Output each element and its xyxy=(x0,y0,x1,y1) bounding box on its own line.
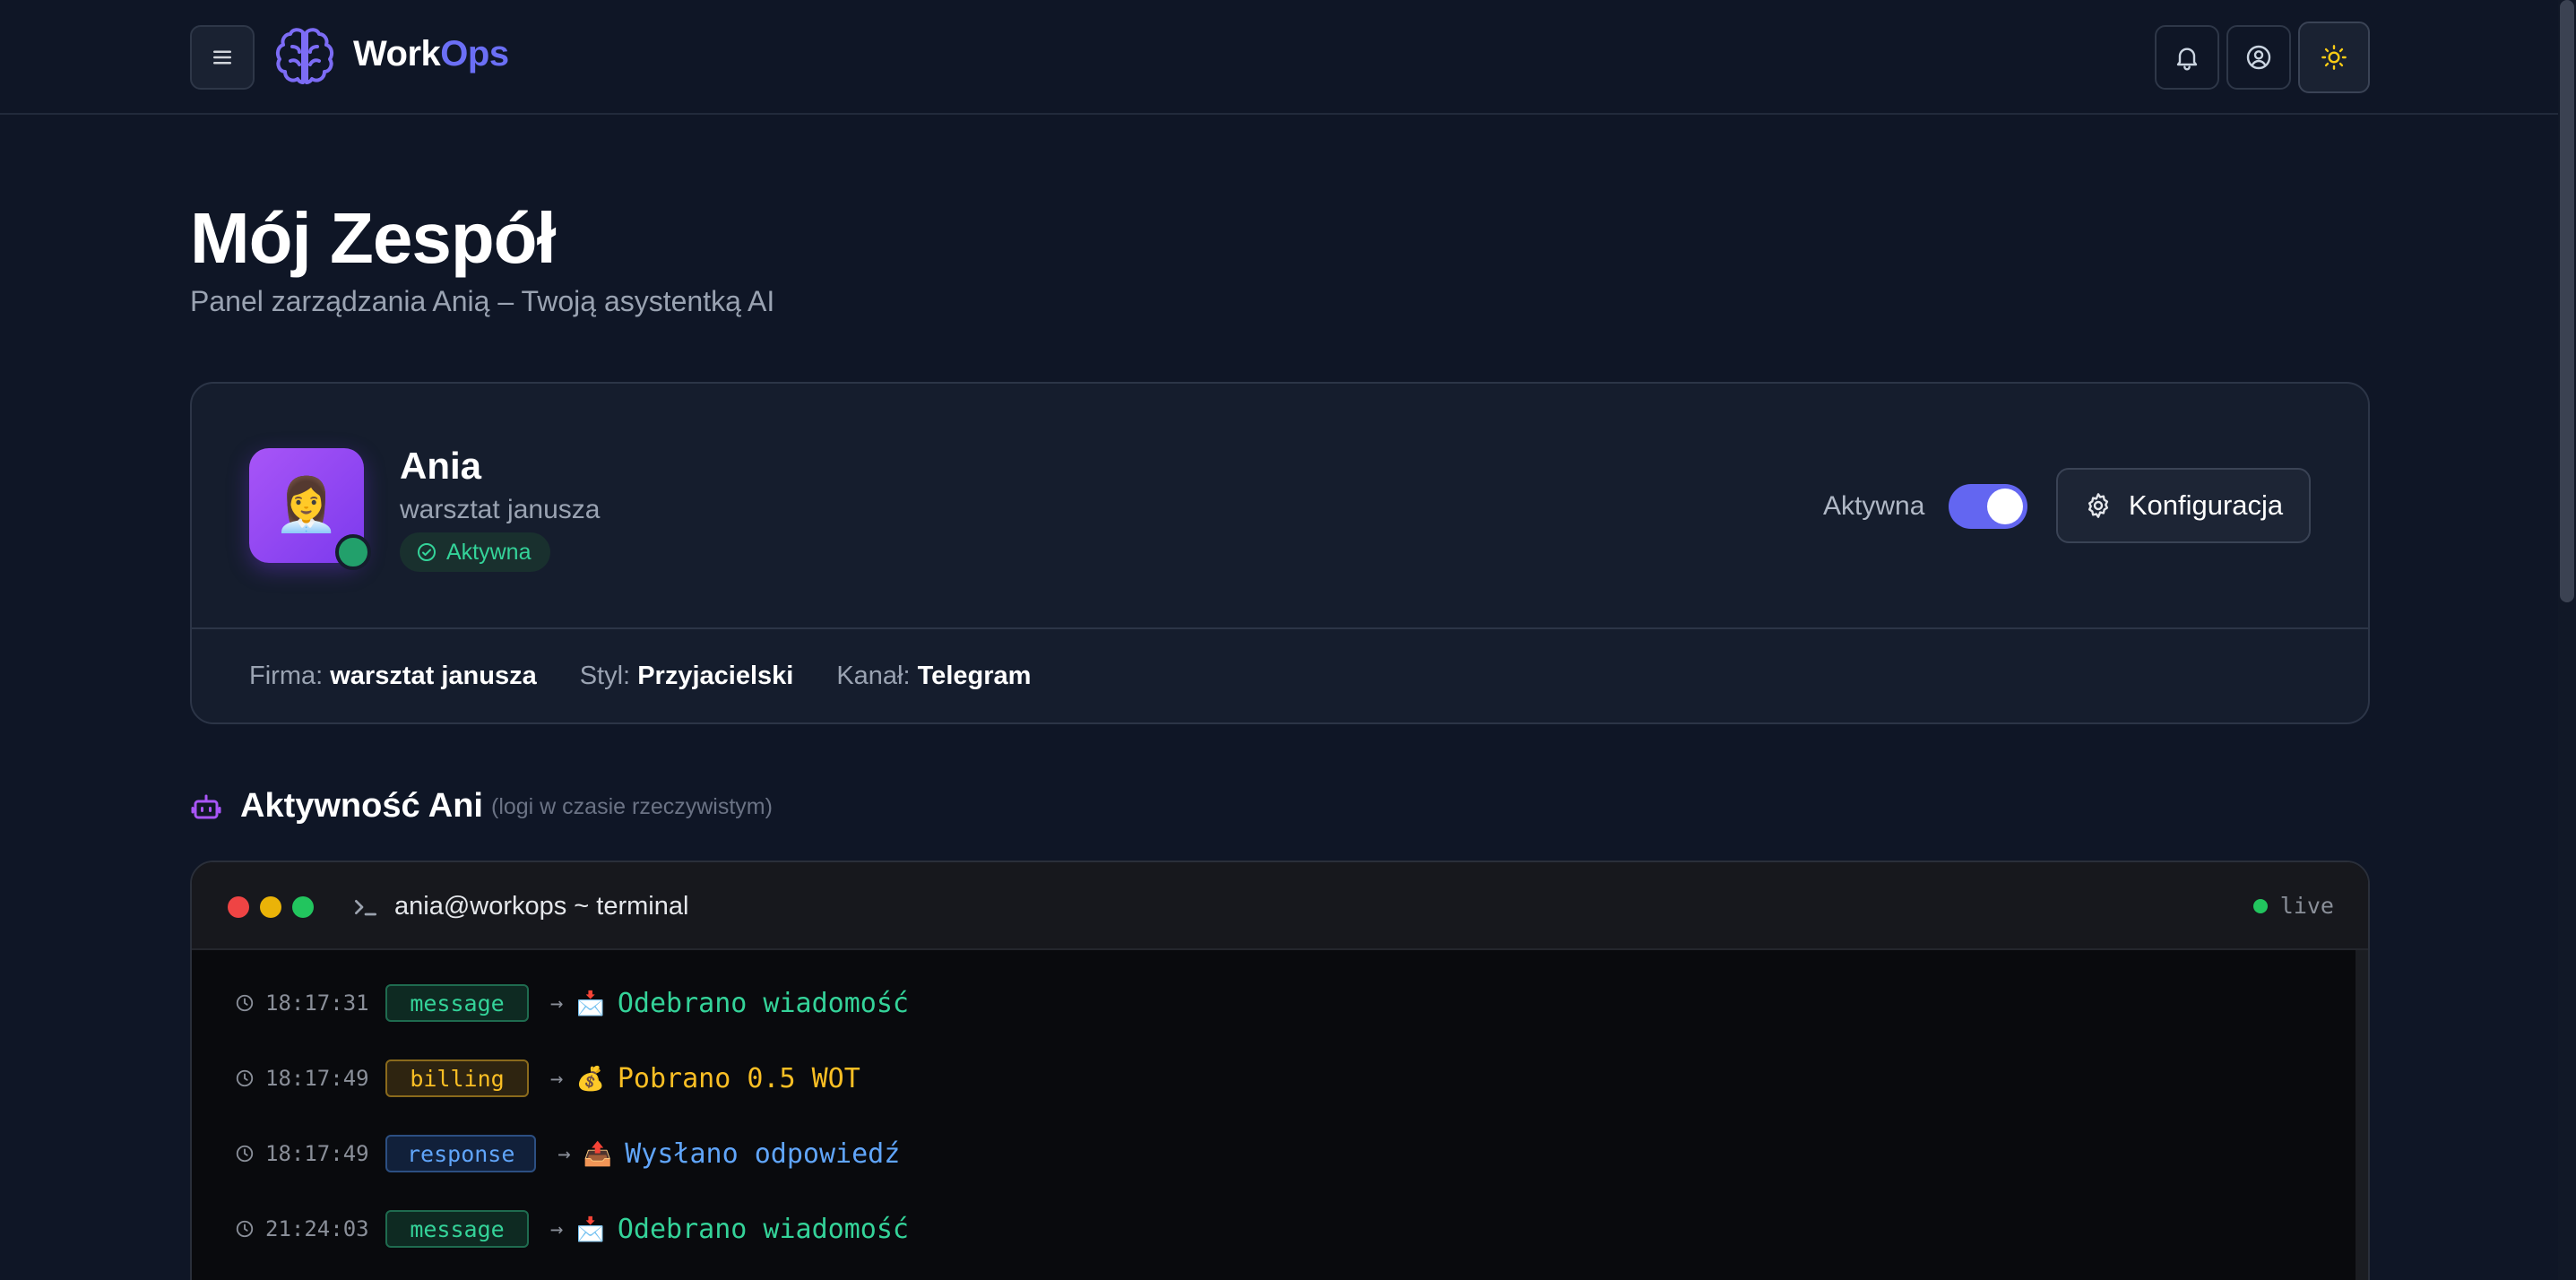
log-row: 18:17:31 message → 📩 Odebrano wiadomość xyxy=(235,982,909,1024)
log-tag: billing xyxy=(385,1059,529,1097)
top-bar: WorkOps xyxy=(0,0,2576,115)
check-circle-icon xyxy=(418,543,436,561)
brain-icon xyxy=(275,28,334,84)
meta-channel: Kanał: Telegram xyxy=(836,662,1031,691)
activity-title: Aktywność Ani xyxy=(240,787,483,825)
bell-icon xyxy=(2176,48,2198,71)
log-message: Odebrano wiadomość xyxy=(617,987,909,1019)
status-badge: Aktywna xyxy=(400,532,551,572)
log-time-value: 18:17:49 xyxy=(265,1066,369,1091)
log-arrow: → xyxy=(550,990,564,1016)
meta-style: Styl: Przyjacielski xyxy=(580,662,794,691)
live-indicator: live xyxy=(2252,893,2334,919)
terminal-maximize-dot[interactable] xyxy=(292,896,314,918)
terminal-header: ania@workops ~ terminal live xyxy=(192,862,2368,950)
log-time: 18:17:31 xyxy=(235,990,385,1016)
notifications-button[interactable] xyxy=(2155,25,2219,90)
agent-card: 👩‍💼 Ania warsztat janusza Aktywna Aktywn… xyxy=(190,382,2370,724)
theme-toggle-button[interactable] xyxy=(2298,22,2370,93)
clock-icon xyxy=(236,1069,254,1087)
online-status-dot xyxy=(335,534,371,570)
menu-icon xyxy=(213,50,231,65)
agent-company: warsztat janusza xyxy=(400,495,601,524)
user-circle-icon xyxy=(2246,45,2271,70)
meta-key: Styl: xyxy=(579,662,631,690)
log-tag: response xyxy=(385,1135,537,1172)
meta-value: warsztat janusza xyxy=(330,662,537,690)
page-title: Mój Zespół xyxy=(190,198,557,278)
meta-value: Przyjacielski xyxy=(637,662,794,690)
page-subtitle: Panel zarządzania Anią – Twoją asystentk… xyxy=(190,285,775,317)
log-emoji: 💰 xyxy=(575,1064,605,1092)
log-arrow: → xyxy=(550,1066,564,1091)
brand-name[interactable]: WorkOps xyxy=(353,34,509,74)
menu-button[interactable] xyxy=(190,25,255,90)
configuration-button[interactable]: Konfiguracja xyxy=(2056,468,2311,543)
status-badge-label: Aktywna xyxy=(446,539,532,565)
log-time-value: 21:24:03 xyxy=(265,1216,369,1241)
page-scrollbar-track[interactable] xyxy=(2558,0,2576,1280)
terminal-prompt-icon xyxy=(355,900,376,916)
live-label: live xyxy=(2279,893,2334,919)
log-tag: message xyxy=(385,1210,529,1248)
log-message: Odebrano wiadomość xyxy=(617,1213,909,1245)
meta-key: Firma: xyxy=(249,662,324,690)
active-toggle-label: Aktywna xyxy=(1823,491,1925,521)
active-toggle-knob xyxy=(1987,489,2023,524)
log-row: 21:24:03 message → 📩 Odebrano wiadomość xyxy=(235,1208,909,1250)
log-time-value: 18:17:31 xyxy=(265,990,369,1016)
terminal-close-dot[interactable] xyxy=(228,896,249,918)
activity-note: (logi w czasie rzeczywistym) xyxy=(491,794,773,819)
clock-icon xyxy=(236,1220,254,1238)
brand-name-part2: Ops xyxy=(440,34,509,74)
avatar-emoji: 👩‍💼 xyxy=(273,476,340,534)
log-message: Wysłano odpowiedź xyxy=(625,1137,901,1170)
log-tag: message xyxy=(385,984,529,1022)
active-toggle[interactable] xyxy=(1949,484,2027,529)
live-dot xyxy=(2252,898,2268,913)
card-divider xyxy=(192,627,2368,629)
profile-button[interactable] xyxy=(2226,25,2291,90)
terminal-minimize-dot[interactable] xyxy=(260,896,281,918)
log-emoji: 📤 xyxy=(583,1139,613,1167)
agent-meta-row: Firma: warsztat janusza Styl: Przyjaciel… xyxy=(249,662,1031,691)
log-row: 18:17:49 billing → 💰 Pobrano 0.5 WOT xyxy=(235,1058,860,1099)
terminal-scrollbar[interactable] xyxy=(2356,950,2368,1280)
configuration-button-label: Konfiguracja xyxy=(2128,489,2284,521)
brand-name-part1: Work xyxy=(353,34,441,74)
clock-icon xyxy=(236,1145,254,1163)
activity-terminal: ania@workops ~ terminal live 18:17:31 me… xyxy=(190,861,2370,1280)
log-emoji: 📩 xyxy=(575,1215,605,1242)
terminal-title: ania@workops ~ terminal xyxy=(394,892,689,921)
log-time: 18:17:49 xyxy=(235,1141,385,1166)
robot-icon xyxy=(191,794,221,819)
agent-name: Ania xyxy=(400,445,482,487)
log-message: Pobrano 0.5 WOT xyxy=(617,1062,860,1094)
log-row: 18:17:49 response → 📤 Wysłano odpowiedź xyxy=(235,1133,900,1174)
page-scrollbar-thumb[interactable] xyxy=(2560,0,2574,602)
log-time: 21:24:03 xyxy=(235,1216,385,1241)
sun-icon xyxy=(2321,45,2347,70)
log-arrow: → xyxy=(550,1216,564,1241)
meta-company: Firma: warsztat janusza xyxy=(249,662,537,691)
gear-icon xyxy=(2088,493,2108,518)
log-arrow: → xyxy=(558,1141,571,1166)
meta-value: Telegram xyxy=(917,662,1032,690)
clock-icon xyxy=(236,994,254,1012)
log-emoji: 📩 xyxy=(575,989,605,1016)
log-time-value: 18:17:49 xyxy=(265,1141,369,1166)
meta-key: Kanał: xyxy=(836,662,911,690)
log-time: 18:17:49 xyxy=(235,1066,385,1091)
